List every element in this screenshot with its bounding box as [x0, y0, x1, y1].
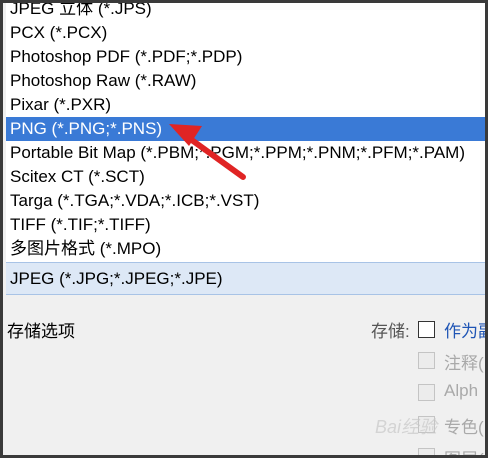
save-as-dialog: JPEG 立体 (*.JPS) PCX (*.PCX) Photoshop PD… [0, 0, 488, 458]
red-arrow-icon [169, 124, 246, 180]
